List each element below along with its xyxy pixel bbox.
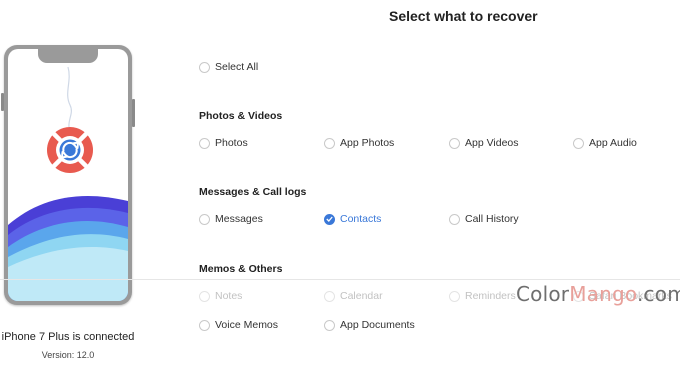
phone-notch — [38, 49, 98, 63]
option-label: App Photos — [340, 137, 395, 149]
option-app-audio[interactable]: App Audio — [573, 135, 637, 151]
check-icon — [326, 216, 333, 222]
option-radio[interactable] — [199, 319, 210, 331]
option-app-videos[interactable]: App Videos — [449, 135, 519, 151]
option-label: Notes — [215, 290, 243, 302]
option-label: Call History — [465, 213, 519, 225]
option-radio[interactable] — [199, 213, 210, 225]
option-label: Reminders — [465, 290, 516, 302]
phone-screen-art — [8, 66, 128, 301]
option-radio[interactable] — [449, 137, 460, 149]
option-label: Calendar — [340, 290, 383, 302]
phone-side-button — [1, 93, 4, 111]
phone-illustration — [1, 45, 135, 305]
option-label: Messages — [215, 213, 263, 225]
option-label: Contacts — [340, 213, 382, 225]
watermark-accent: Mango — [569, 282, 637, 306]
option-radio[interactable] — [324, 319, 335, 331]
phone-side-button — [132, 99, 135, 127]
page-title: Select what to recover — [389, 8, 538, 24]
option-label: App Documents — [340, 319, 415, 331]
option-app-photos[interactable]: App Photos — [324, 135, 394, 151]
option-radio[interactable] — [573, 137, 584, 149]
option-label: Voice Memos — [215, 319, 279, 331]
option-photos[interactable]: Photos — [199, 135, 248, 151]
option-call-history[interactable]: Call History — [449, 211, 519, 227]
option-reminders[interactable]: Reminders — [449, 288, 516, 304]
option-contacts[interactable]: Contacts — [324, 211, 381, 227]
device-version: Version: 12.0 — [41, 350, 95, 360]
section-title-messages: Messages & Call logs — [199, 186, 307, 198]
watermark-suffix: .com — [637, 282, 680, 306]
rope-line — [67, 66, 72, 128]
option-radio[interactable] — [449, 290, 460, 302]
option-messages[interactable]: Messages — [199, 211, 263, 227]
select-all-option[interactable]: Select All — [199, 59, 258, 75]
option-radio[interactable] — [324, 290, 335, 302]
option-radio[interactable] — [199, 137, 210, 149]
watermark-prefix: Color — [516, 282, 570, 306]
option-label: App Audio — [589, 137, 637, 149]
device-panel: iPhone 7 Plus is connected Version: 12.0 — [0, 0, 138, 379]
option-radio[interactable] — [199, 290, 210, 302]
divider — [0, 279, 680, 280]
section-title-memos: Memos & Others — [199, 263, 283, 275]
option-radio[interactable] — [324, 137, 335, 149]
option-label: App Videos — [465, 137, 519, 149]
phone-screen — [8, 49, 128, 301]
lifebuoy-icon — [47, 127, 93, 173]
device-name: iPhone 7 Plus is connected — [1, 331, 135, 343]
option-notes[interactable]: Notes — [199, 288, 242, 304]
option-radio[interactable] — [449, 213, 460, 225]
watermark: ColorMango.com — [516, 282, 680, 306]
section-title-photos: Photos & Videos — [199, 110, 283, 122]
select-all-label: Select All — [215, 61, 259, 73]
option-label: Photos — [215, 137, 248, 149]
option-radio[interactable] — [324, 213, 335, 225]
option-voice-memos[interactable]: Voice Memos — [199, 317, 278, 333]
option-app-documents[interactable]: App Documents — [324, 317, 415, 333]
option-calendar[interactable]: Calendar — [324, 288, 383, 304]
select-all-radio[interactable] — [199, 61, 210, 73]
